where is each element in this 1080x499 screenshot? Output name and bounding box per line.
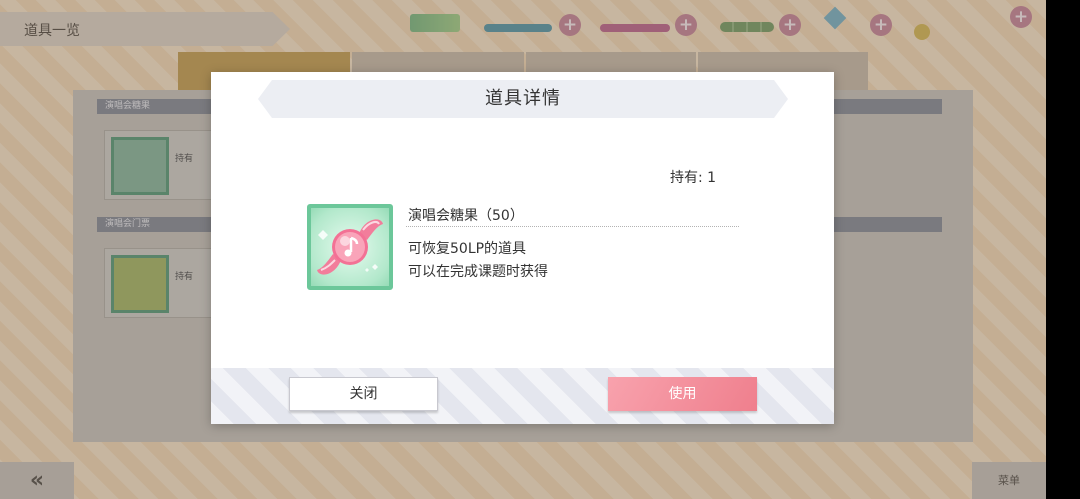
- dialog-header: 道具详情: [258, 80, 788, 118]
- item-icon-frame: [307, 204, 393, 290]
- item-description-line1: 可恢复50LP的道具: [408, 241, 527, 257]
- owned-count: 持有: 1: [670, 170, 717, 186]
- item-description-line2: 可以在完成课题时获得: [408, 264, 548, 280]
- candy-icon: [317, 219, 383, 275]
- name-divider: [406, 226, 739, 227]
- close-button[interactable]: 关闭: [289, 377, 438, 411]
- item-detail-dialog: 道具详情 持有: 1 演唱会糖果（50） 可恢复50LP的道具 可以在完成课题时…: [211, 72, 834, 424]
- screen-edge: [1046, 0, 1080, 499]
- item-name: 演唱会糖果（50）: [408, 208, 524, 224]
- use-button[interactable]: 使用: [608, 377, 757, 411]
- game-screen: 道具一览 + + + + + 演唱会糖果 持有 演唱会门票 持有 « 菜单 道具…: [0, 0, 1046, 499]
- dialog-title: 道具详情: [485, 88, 561, 109]
